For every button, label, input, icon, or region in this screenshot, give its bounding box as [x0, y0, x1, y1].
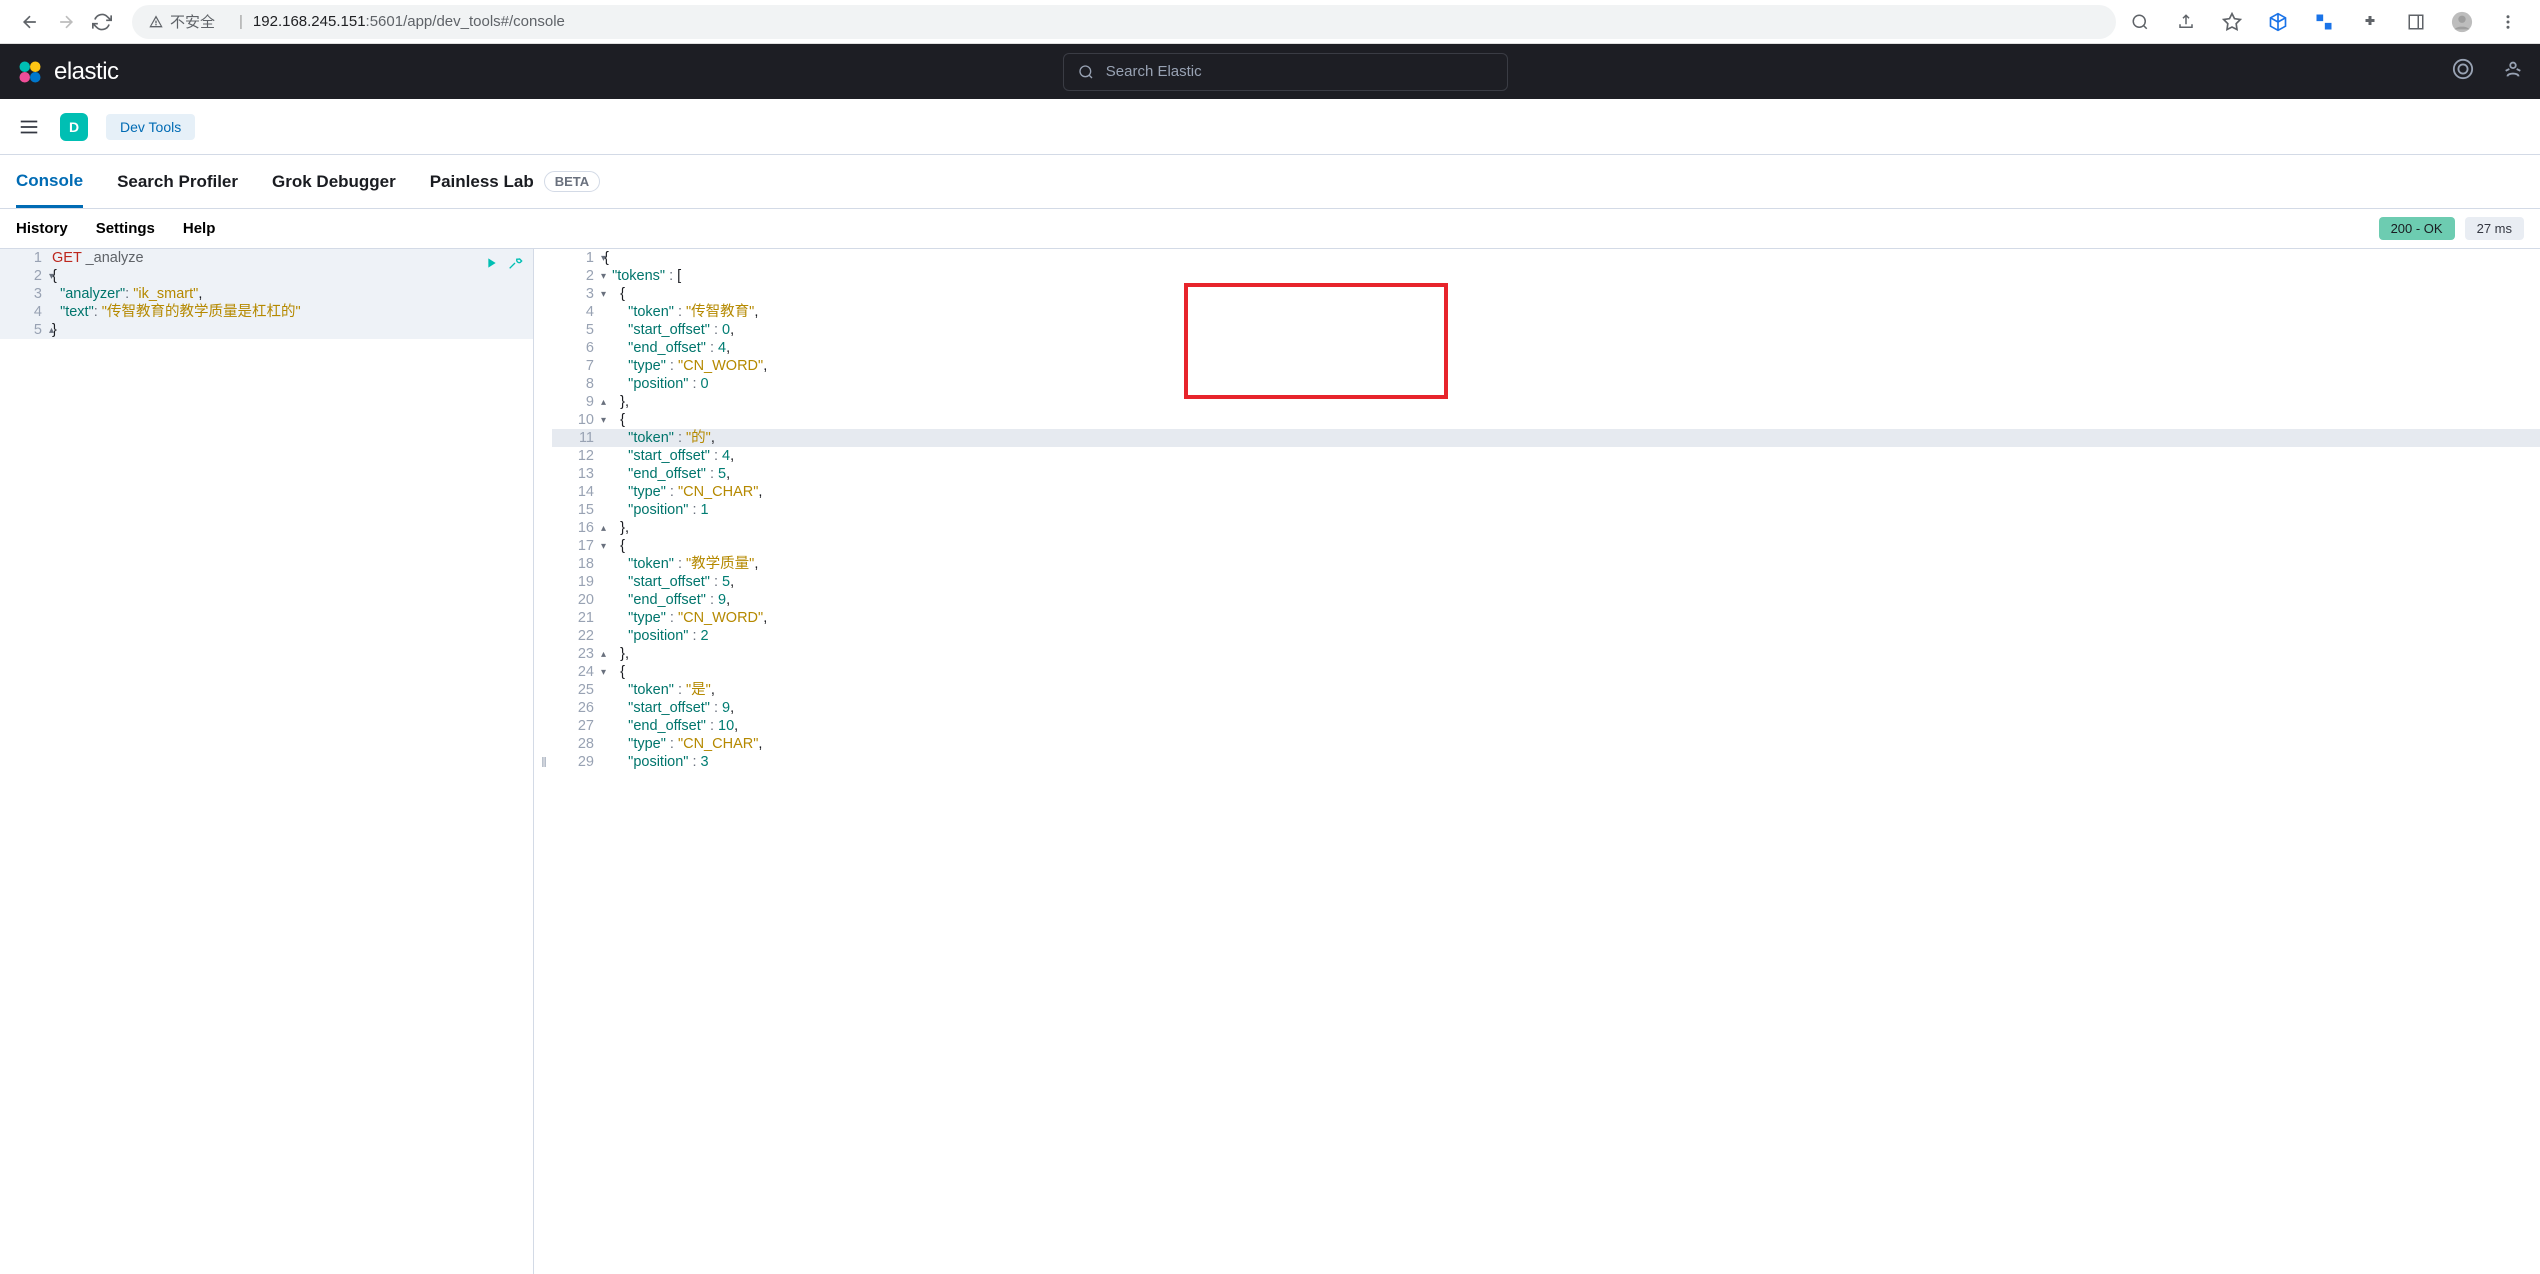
browser-back-button[interactable] — [12, 4, 48, 40]
resize-handle[interactable]: ‖ — [534, 249, 552, 1274]
settings-button[interactable]: Settings — [96, 220, 155, 237]
history-button[interactable]: History — [16, 220, 68, 237]
search-icon — [1078, 64, 1094, 80]
tab-label: Grok Debugger — [272, 172, 396, 192]
zoom-icon[interactable] — [2128, 10, 2152, 34]
url-path: :5601/app/dev_tools#/console — [366, 13, 565, 30]
help-button[interactable]: Help — [183, 220, 216, 237]
request-pane[interactable]: 1GET _analyze2▾{3 "analyzer": "ik_smart"… — [0, 249, 534, 1274]
bookmark-icon[interactable] — [2220, 10, 2244, 34]
search-input[interactable]: Search Elastic — [1063, 53, 1508, 91]
tab-label: Console — [16, 171, 83, 191]
wrench-button[interactable] — [507, 255, 523, 276]
tab-search-profiler[interactable]: Search Profiler — [117, 158, 238, 206]
run-button[interactable] — [483, 255, 499, 276]
play-icon — [483, 255, 499, 271]
share-icon[interactable] — [2174, 10, 2198, 34]
arrow-right-icon — [56, 12, 76, 32]
translate-icon[interactable] — [2312, 10, 2336, 34]
beta-badge: BETA — [544, 171, 600, 192]
url-divider: | — [239, 13, 243, 30]
menu-button[interactable] — [16, 114, 42, 140]
sub-header: D Dev Tools — [0, 99, 2540, 155]
browser-toolbar: 不安全 | 192.168.245.151:5601/app/dev_tools… — [0, 0, 2540, 44]
search-placeholder: Search Elastic — [1106, 63, 1202, 80]
tabs-bar: Console Search Profiler Grok Debugger Pa… — [0, 155, 2540, 209]
warning-icon — [148, 14, 164, 30]
insecure-label: 不安全 — [170, 11, 215, 32]
hamburger-icon — [18, 116, 40, 138]
elastic-logo-text: elastic — [54, 58, 119, 86]
elastic-header: elastic Search Elastic — [0, 44, 2540, 99]
browser-forward-button[interactable] — [48, 4, 84, 40]
tab-painless-lab[interactable]: Painless Lab BETA — [430, 157, 600, 206]
tab-grok-debugger[interactable]: Grok Debugger — [272, 158, 396, 206]
arrow-left-icon — [20, 12, 40, 32]
reload-icon — [92, 12, 112, 32]
browser-menu-icon[interactable] — [2496, 10, 2520, 34]
tab-console[interactable]: Console — [16, 157, 83, 208]
elastic-logo[interactable]: elastic — [16, 58, 119, 86]
tab-label: Painless Lab — [430, 172, 534, 192]
dev-tools-breadcrumb[interactable]: Dev Tools — [106, 114, 195, 140]
console-toolbar: History Settings Help 200 - OK 27 ms — [0, 209, 2540, 249]
app-badge[interactable]: D — [60, 113, 88, 141]
url-host: 192.168.245.151 — [253, 13, 366, 30]
url-bar[interactable]: 不安全 | 192.168.245.151:5601/app/dev_tools… — [132, 5, 2116, 39]
insecure-indicator: 不安全 — [148, 11, 215, 32]
elastic-logo-icon — [16, 58, 44, 86]
wrench-icon — [507, 255, 523, 271]
profile-icon[interactable] — [2450, 10, 2474, 34]
browser-reload-button[interactable] — [84, 4, 120, 40]
help-icon[interactable] — [2452, 58, 2474, 85]
panel-icon[interactable] — [2404, 10, 2428, 34]
tab-label: Search Profiler — [117, 172, 238, 192]
extension-cube-icon[interactable] — [2266, 10, 2290, 34]
time-badge: 27 ms — [2465, 217, 2524, 240]
extensions-icon[interactable] — [2358, 10, 2382, 34]
status-badge: 200 - OK — [2379, 217, 2455, 240]
user-icon[interactable] — [2502, 58, 2524, 85]
response-pane[interactable]: 1▾{2▾ "tokens" : [3▾ {4 "token" : "传智教育"… — [552, 249, 2540, 1274]
editor-area: 1GET _analyze2▾{3 "analyzer": "ik_smart"… — [0, 249, 2540, 1274]
